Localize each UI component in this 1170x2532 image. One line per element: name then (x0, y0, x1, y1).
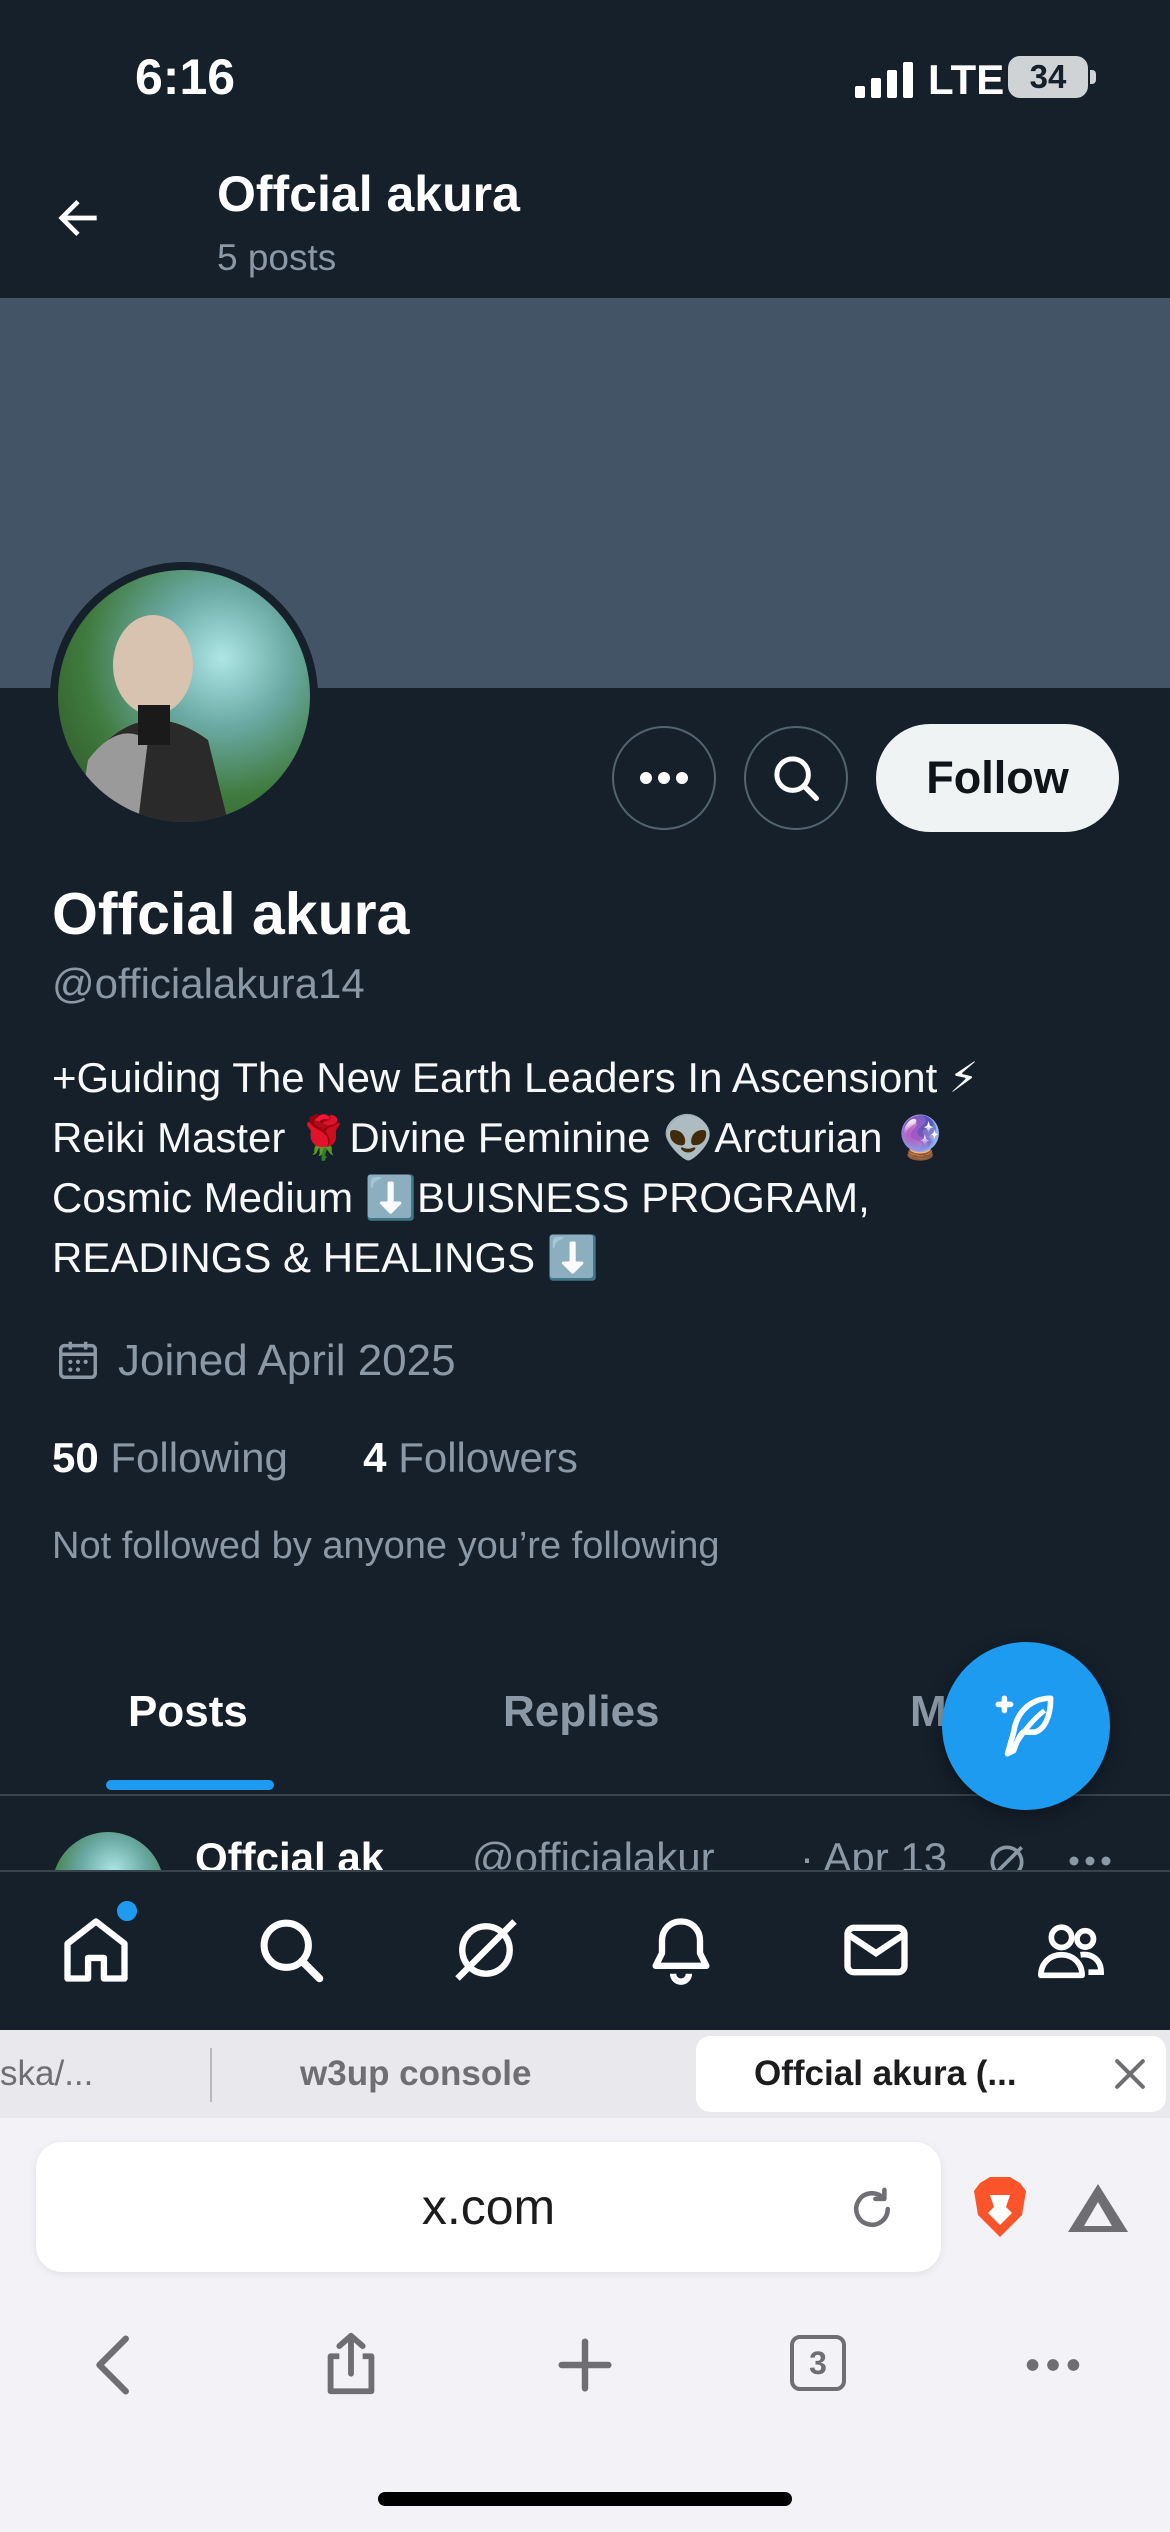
profile-avatar[interactable] (50, 562, 318, 830)
messages-envelope-icon[interactable] (838, 1912, 914, 1988)
tab-replies[interactable]: Replies (503, 1687, 660, 1737)
profile-handle: @officialakura14 (52, 960, 365, 1007)
followers-link[interactable]: 4 Followers (363, 1434, 578, 1481)
bio-line: READINGS & HEALINGS ⬇️ (52, 1234, 600, 1281)
following-count: 50 (52, 1434, 99, 1481)
follow-button[interactable]: Follow (876, 724, 1119, 832)
close-tab-icon[interactable] (1108, 2052, 1152, 2096)
browser-tab-1[interactable]: ska/... (0, 2030, 205, 2118)
grok-icon[interactable] (985, 1840, 1029, 1870)
new-tab-plus-icon[interactable] (550, 2330, 620, 2400)
network-type: LTE (928, 56, 1005, 103)
bio-line: Cosmic Medium ⬇️BUISNESS PROGRAM, (52, 1174, 870, 1221)
post-date: · Apr 13 (800, 1834, 948, 1870)
browser-tab-active[interactable]: Offcial akura (... (696, 2036, 1166, 2112)
back-arrow-icon[interactable] (50, 190, 106, 246)
post-author-name: Offcial ak (195, 1834, 385, 1870)
browser-tab-2[interactable]: w3up console (300, 2030, 531, 2118)
home-unread-dot (114, 1898, 140, 1924)
signal-icon (855, 62, 913, 98)
follow-stats: 50 Following 4 Followers (52, 1434, 578, 1482)
back-chevron-icon[interactable] (82, 2330, 152, 2400)
profile-name: Offcial akura (52, 881, 410, 947)
tab-posts[interactable]: Posts (128, 1687, 248, 1737)
followers-count: 4 (363, 1434, 387, 1481)
grok-icon[interactable] (448, 1912, 524, 1988)
bottom-navigation (0, 1870, 1170, 2032)
battery-tip (1090, 70, 1096, 84)
battery-indicator: 34 (1008, 56, 1088, 98)
following-link[interactable]: 50 Following (52, 1434, 288, 1481)
post-more-icon[interactable] (1068, 1854, 1112, 1868)
profile-bio: +Guiding The New Earth Leaders In Ascens… (52, 1048, 1132, 1288)
search-icon[interactable] (253, 1912, 329, 1988)
share-icon[interactable] (316, 2330, 386, 2400)
mutual-followers-note: Not followed by anyone you’re following (52, 1525, 720, 1567)
avatar-photo (58, 570, 310, 822)
search-icon (774, 756, 819, 801)
followers-label: Followers (398, 1434, 578, 1481)
url-text[interactable]: x.com (36, 2142, 941, 2272)
more-options-button[interactable] (612, 726, 716, 830)
search-profile-button[interactable] (744, 726, 848, 830)
home-indicator (378, 2492, 792, 2506)
reload-icon[interactable] (845, 2182, 899, 2236)
notifications-bell-icon[interactable] (643, 1912, 719, 1988)
header-title: Offcial akura (217, 166, 520, 222)
header-post-count: 5 posts (217, 237, 337, 278)
status-time: 6:16 (135, 49, 236, 105)
menu-ellipsis-icon[interactable] (1018, 2330, 1088, 2400)
communities-icon[interactable] (1033, 1912, 1109, 1988)
bio-line: Reiki Master 🌹Divine Feminine 👽Arcturian… (52, 1114, 947, 1161)
compose-post-button[interactable] (942, 1642, 1110, 1810)
ellipsis-icon (640, 772, 688, 784)
tab-count-button[interactable]: 3 (790, 2335, 846, 2391)
bio-line: +Guiding The New Earth Leaders In Ascens… (52, 1054, 979, 1101)
post-preview[interactable]: Offcial ak @officialakur · Apr 13 (0, 1800, 1170, 1870)
post-avatar[interactable] (52, 1832, 164, 1870)
post-author-handle: @officialakur (472, 1834, 715, 1870)
joined-date: Joined April 2025 (118, 1336, 456, 1385)
active-tab-indicator (106, 1780, 274, 1790)
feather-plus-icon (995, 1695, 1054, 1757)
brave-shields-icon[interactable] (972, 2175, 1028, 2239)
following-label: Following (110, 1434, 288, 1481)
tab-separator (210, 2048, 212, 2102)
browser-tab-strip: ska/... w3up console Offcial akura (... (0, 2030, 1170, 2118)
brave-rewards-icon[interactable] (1066, 2180, 1130, 2236)
calendar-icon (59, 1341, 97, 1379)
